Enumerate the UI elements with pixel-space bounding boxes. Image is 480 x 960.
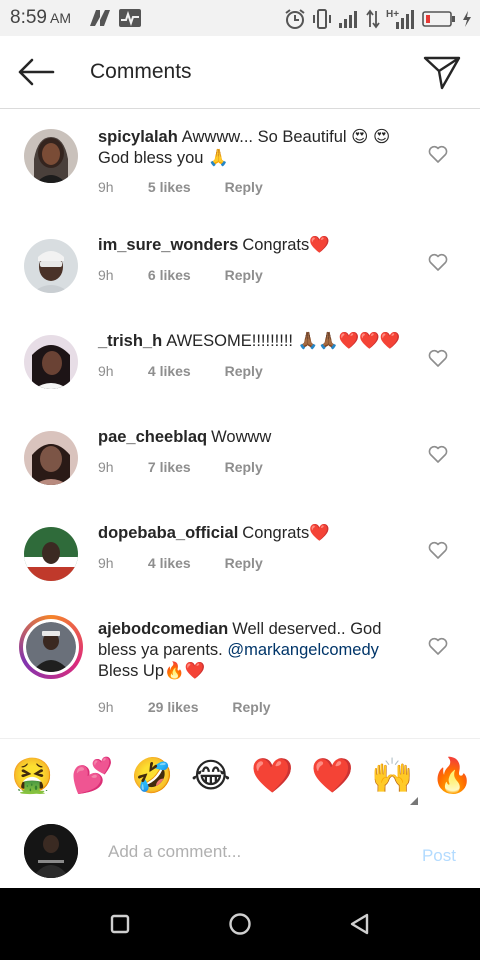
reply-button[interactable]: Reply bbox=[225, 555, 263, 571]
comment-username[interactable]: dopebaba_official bbox=[98, 524, 238, 542]
heart-outline-icon[interactable] bbox=[428, 541, 448, 559]
comment-text: pae_cheeblaq Wowww bbox=[98, 427, 416, 448]
comment-text: _trish_h AWESOME!!!!!!!!! 🙏🏾🙏🏾❤️❤️❤️ bbox=[98, 331, 416, 352]
reply-button[interactable]: Reply bbox=[225, 459, 263, 475]
comment-likes[interactable]: 29 likes bbox=[148, 699, 199, 715]
comment-meta: 9h 7 likes Reply bbox=[98, 459, 263, 475]
reply-button[interactable]: Reply bbox=[225, 267, 263, 283]
add-comment-bar: Post bbox=[0, 812, 480, 888]
comment-username[interactable]: im_sure_wonders bbox=[98, 236, 238, 254]
comment-age: 9h bbox=[98, 699, 114, 715]
avatar[interactable] bbox=[24, 335, 78, 389]
comment-body-tail: Bless Up🔥❤️ bbox=[98, 662, 206, 680]
comment-username[interactable]: spicylalah bbox=[98, 128, 178, 146]
avatar[interactable] bbox=[24, 527, 78, 581]
emoji-rofl-button[interactable]: 🤣 bbox=[131, 757, 173, 795]
avatar[interactable] bbox=[24, 239, 78, 293]
heart-outline-icon[interactable] bbox=[428, 445, 448, 463]
comment-body: Congrats❤️ bbox=[242, 524, 330, 542]
emoji-fire-button[interactable]: 🔥 bbox=[431, 757, 473, 795]
post-button[interactable]: Post bbox=[422, 846, 456, 866]
emoji-expand-corner[interactable] bbox=[410, 797, 418, 805]
alarm-icon bbox=[285, 9, 305, 29]
comment-age: 9h bbox=[98, 267, 114, 283]
charging-icon bbox=[463, 11, 471, 27]
emoji-heart-button[interactable]: ❤️ bbox=[251, 757, 293, 795]
comment-likes[interactable]: 7 likes bbox=[148, 459, 191, 475]
comment-username[interactable]: _trish_h bbox=[98, 332, 162, 350]
header: Comments bbox=[0, 36, 480, 109]
comment-likes[interactable]: 4 likes bbox=[148, 363, 191, 379]
heart-outline-icon[interactable] bbox=[428, 637, 448, 655]
comment-body: Congrats❤️ bbox=[242, 236, 330, 254]
comment-text: spicylalah Awwww... So Beautiful 😍 😍 God … bbox=[98, 127, 416, 169]
comment-text: im_sure_wonders Congrats❤️ bbox=[98, 235, 416, 256]
svg-text:H+: H+ bbox=[386, 9, 399, 20]
back-triangle-icon[interactable] bbox=[346, 910, 374, 938]
paper-plane-icon[interactable] bbox=[422, 52, 462, 92]
data-arrows-icon bbox=[366, 9, 380, 29]
emoji-heart-button-2[interactable]: ❤️ bbox=[311, 757, 353, 795]
battery-low-icon bbox=[422, 11, 455, 27]
comment-text: ajebodcomedian Well deserved.. God bless … bbox=[98, 619, 416, 682]
comment-meta: 9h 5 likes Reply bbox=[98, 179, 263, 195]
home-circle-icon[interactable] bbox=[226, 910, 254, 938]
arrow-left-icon[interactable] bbox=[16, 56, 56, 88]
avatar[interactable] bbox=[24, 129, 78, 183]
heart-outline-icon[interactable] bbox=[428, 349, 448, 367]
story-avatar[interactable] bbox=[19, 615, 83, 679]
page-title: Comments bbox=[90, 60, 192, 83]
comment-meta: 9h 4 likes Reply bbox=[98, 555, 263, 571]
emoji-quick-bar: 🤮 💕 🤣 😂 ❤️ ❤️ 🙌 🔥 bbox=[0, 738, 480, 814]
emoji-two-hearts-button[interactable]: 💕 bbox=[71, 757, 113, 795]
android-nav-bar bbox=[0, 888, 480, 960]
pulse-app-icon bbox=[119, 9, 141, 27]
emoji-raised-hands-button[interactable]: 🙌 bbox=[371, 757, 413, 795]
heart-outline-icon[interactable] bbox=[428, 253, 448, 271]
comment-age: 9h bbox=[98, 555, 114, 571]
reply-button[interactable]: Reply bbox=[232, 699, 270, 715]
comment-age: 9h bbox=[98, 363, 114, 379]
reply-button[interactable]: Reply bbox=[225, 363, 263, 379]
comment-meta: 9h 4 likes Reply bbox=[98, 363, 263, 379]
recents-square-icon[interactable] bbox=[106, 910, 134, 938]
comment-likes[interactable]: 6 likes bbox=[148, 267, 191, 283]
avatar[interactable] bbox=[24, 431, 78, 485]
signal-icon bbox=[339, 11, 357, 28]
comment-age: 9h bbox=[98, 179, 114, 195]
comment-meta: 9h 6 likes Reply bbox=[98, 267, 263, 283]
comment-body: AWESOME!!!!!!!!! 🙏🏾🙏🏾❤️❤️❤️ bbox=[166, 332, 401, 350]
comment-body: Wowww bbox=[211, 428, 272, 446]
status-icons: H+ bbox=[284, 8, 472, 30]
comment-username[interactable]: ajebodcomedian bbox=[98, 620, 228, 638]
emoji-joy-button[interactable]: 😂 bbox=[191, 757, 231, 795]
mention-link[interactable]: @markangelcomedy bbox=[227, 641, 379, 659]
hplus-signal-icon: H+ bbox=[386, 9, 414, 29]
comment-username[interactable]: pae_cheeblaq bbox=[98, 428, 207, 446]
status-bar: 8:59 AM H+ bbox=[0, 0, 480, 36]
comment-meta: 9h 29 likes Reply bbox=[98, 699, 271, 715]
comment-likes[interactable]: 5 likes bbox=[148, 179, 191, 195]
n-app-icon bbox=[90, 10, 110, 26]
vibrate-icon bbox=[313, 9, 331, 29]
heart-outline-icon[interactable] bbox=[428, 145, 448, 163]
emoji-vomit-button[interactable]: 🤮 bbox=[11, 757, 53, 795]
comment-age: 9h bbox=[98, 459, 114, 475]
my-avatar bbox=[24, 824, 78, 878]
comment-text: dopebaba_official Congrats❤️ bbox=[98, 523, 416, 544]
comment-likes[interactable]: 4 likes bbox=[148, 555, 191, 571]
avatar-ring-gap bbox=[23, 619, 79, 675]
reply-button[interactable]: Reply bbox=[225, 179, 263, 195]
status-time: 8:59 AM bbox=[10, 7, 71, 28]
comment-input[interactable] bbox=[106, 838, 400, 866]
